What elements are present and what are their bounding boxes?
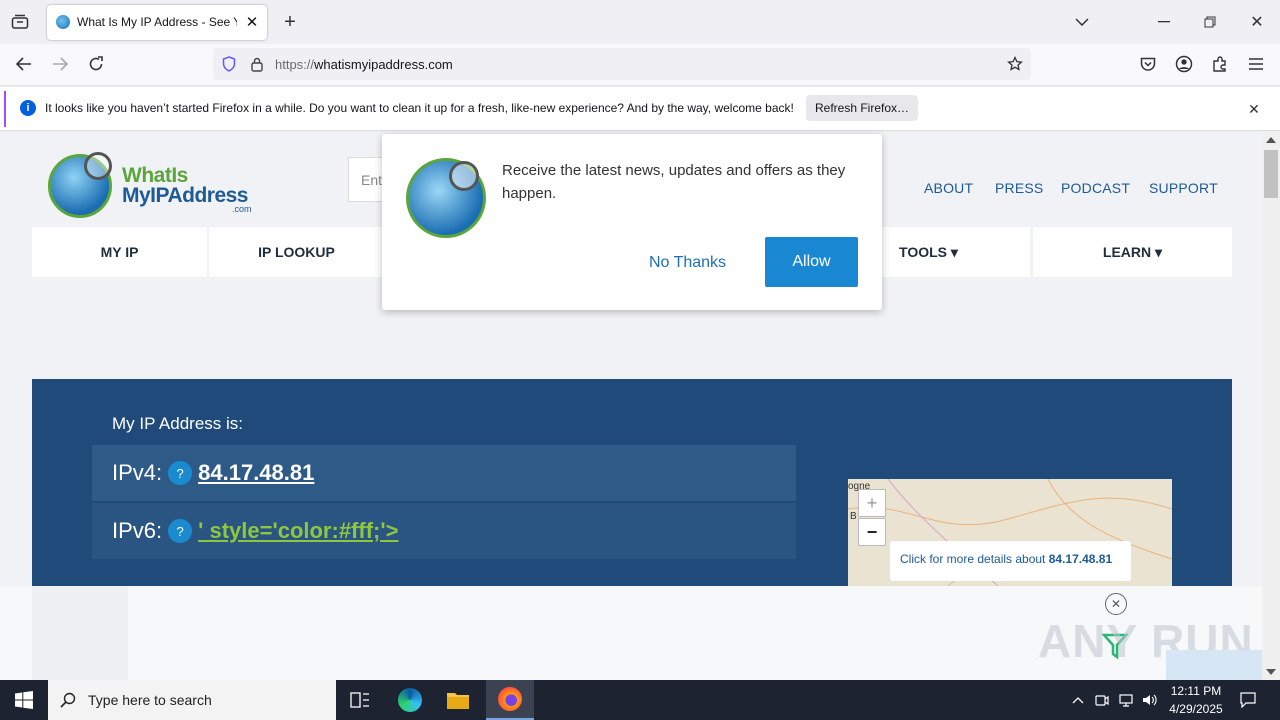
- site-logo[interactable]: WhatIs MyIPAddress .com: [48, 152, 258, 222]
- scroll-up-icon[interactable]: [1265, 134, 1277, 146]
- extensions-icon[interactable]: [1208, 52, 1232, 76]
- account-icon[interactable]: [1172, 52, 1196, 76]
- info-icon: i: [20, 100, 36, 116]
- action-center-icon[interactable]: [1236, 680, 1260, 720]
- nav-ip-lookup[interactable]: IP LOOKUP: [209, 227, 384, 277]
- show-hidden-icons[interactable]: [1068, 680, 1088, 720]
- url-host: whatismyipaddress.com: [314, 57, 453, 72]
- url-text: https://whatismyipaddress.com: [275, 57, 453, 72]
- windows-taskbar: Type here to search 12:11 PM 4/29/2025: [0, 680, 1280, 720]
- scroll-down-icon[interactable]: [1265, 666, 1277, 678]
- notification-bar: i It looks like you haven’t started Fire…: [0, 87, 1280, 131]
- ipv4-help-icon[interactable]: ?: [168, 461, 193, 485]
- ipv6-value[interactable]: ' style='color:#fff;'>: [198, 518, 398, 544]
- nav-learn[interactable]: LEARN ▾: [1033, 227, 1232, 277]
- map-side-label: B: [850, 511, 857, 522]
- file-explorer-icon[interactable]: [438, 680, 478, 720]
- close-window-icon[interactable]: ✕: [1245, 10, 1269, 34]
- location-map[interactable]: ogne B + − Click for more details about …: [848, 479, 1172, 586]
- task-view-icon[interactable]: [340, 680, 380, 720]
- nav-press[interactable]: PRESS: [995, 180, 1043, 196]
- ad-banner: ✕ ANY RUN: [0, 586, 1262, 680]
- lock-icon[interactable]: [247, 54, 267, 74]
- ipv4-label: IPv4:: [112, 460, 163, 485]
- ipv4-value[interactable]: 84.17.48.81: [198, 460, 314, 486]
- notification-accent: [4, 91, 6, 127]
- allow-button[interactable]: Allow: [765, 237, 858, 287]
- zoom-in-button[interactable]: +: [858, 489, 886, 517]
- start-button-icon[interactable]: [0, 680, 48, 720]
- restore-icon[interactable]: [1198, 10, 1222, 34]
- list-all-tabs-icon[interactable]: [1070, 10, 1094, 34]
- site-favicon-icon: [56, 15, 70, 29]
- active-tab[interactable]: What Is My IP Address - See Your ✕: [47, 5, 267, 40]
- logo-line3: .com: [232, 204, 252, 214]
- site-search-placeholder: Ent: [361, 172, 383, 188]
- reload-icon[interactable]: [84, 52, 108, 76]
- pocket-icon[interactable]: [1136, 52, 1160, 76]
- shield-icon[interactable]: [219, 54, 239, 74]
- scroll-thumb[interactable]: [1264, 150, 1278, 198]
- map-tooltip[interactable]: Click for more details about 84.17.48.81: [890, 541, 1131, 581]
- ipv6-help-icon[interactable]: ?: [168, 519, 193, 543]
- notification-permission-popup: Receive the latest news, updates and off…: [382, 134, 882, 310]
- firefox-taskbar-icon[interactable]: [486, 680, 534, 720]
- ad-right-block: [1166, 650, 1262, 680]
- clock-time[interactable]: 12:11 PM: [1168, 684, 1224, 698]
- map-tooltip-ip: 84.17.48.81: [1048, 552, 1113, 566]
- back-icon[interactable]: [12, 52, 36, 76]
- logo-line2: MyIPAddress: [122, 184, 249, 207]
- ad-left-block: [32, 586, 128, 680]
- close-ad-icon[interactable]: ✕: [1105, 593, 1127, 615]
- no-thanks-button[interactable]: No Thanks: [630, 238, 745, 288]
- meet-now-icon[interactable]: [1092, 680, 1112, 720]
- refresh-firefox-button[interactable]: Refresh Firefox…: [806, 95, 918, 121]
- popup-logo-icon: [406, 158, 486, 238]
- nav-support[interactable]: SUPPORT: [1149, 180, 1218, 196]
- ipv6-row: IPv6: ? ' style='color:#fff;'>: [92, 503, 796, 559]
- taskbar-search-placeholder: Type here to search: [88, 692, 212, 708]
- clock-date[interactable]: 4/29/2025: [1166, 702, 1226, 716]
- nav-my-ip[interactable]: MY IP: [32, 227, 207, 277]
- ip-heading: My IP Address is:: [112, 414, 244, 433]
- bookmark-star-icon[interactable]: [1005, 54, 1025, 74]
- taskbar-search-box[interactable]: Type here to search: [48, 680, 336, 720]
- menu-icon[interactable]: [1244, 52, 1268, 76]
- firefox-logo: [498, 687, 522, 711]
- tab-title: What Is My IP Address - See Your: [77, 15, 237, 29]
- page-scrollbar[interactable]: [1262, 132, 1280, 680]
- address-bar[interactable]: https://whatismyipaddress.com: [213, 48, 1031, 80]
- tab-list-icon[interactable]: [8, 10, 32, 34]
- map-tooltip-prefix: Click for more details about: [900, 552, 1049, 566]
- network-icon[interactable]: [1116, 680, 1136, 720]
- notification-message: It looks like you haven’t started Firefo…: [45, 101, 794, 115]
- magnifier-icon: [84, 152, 112, 180]
- edge-logo: [398, 688, 422, 712]
- popup-message: Receive the latest news, updates and off…: [502, 162, 846, 202]
- minimize-icon[interactable]: [1152, 10, 1176, 34]
- ipv6-label: IPv6:: [112, 518, 163, 543]
- edge-icon[interactable]: [390, 680, 430, 720]
- zoom-out-button[interactable]: −: [858, 518, 886, 546]
- forward-icon[interactable]: [48, 52, 72, 76]
- nav-about[interactable]: ABOUT: [924, 180, 973, 196]
- ipv4-row: IPv4: ? 84.17.48.81: [92, 445, 796, 501]
- new-tab-icon[interactable]: +: [278, 10, 302, 34]
- volume-icon[interactable]: [1140, 680, 1160, 720]
- search-icon: [58, 690, 78, 710]
- close-tab-icon[interactable]: ✕: [243, 13, 261, 31]
- tab-bar: What Is My IP Address - See Your ✕ + ✕: [0, 0, 1280, 44]
- popup-magnifier-icon: [449, 161, 479, 191]
- close-notification-icon[interactable]: ✕: [1244, 99, 1264, 119]
- url-scheme: https://: [275, 57, 315, 72]
- nav-podcast[interactable]: PODCAST: [1061, 180, 1130, 196]
